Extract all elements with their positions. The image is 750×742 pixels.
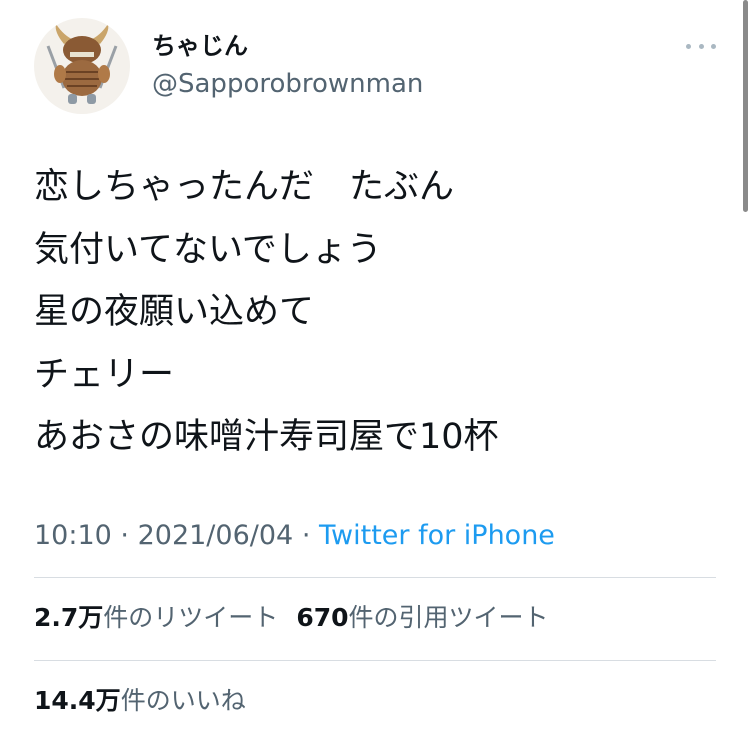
retweet-stats: 2.7万件のリツイート 670件の引用ツイート (34, 598, 549, 638)
tweet-time[interactable]: 10:10 (34, 520, 112, 551)
tweet-source-link[interactable]: Twitter for iPhone (319, 520, 555, 551)
tweet-line: 気付いてないでしょう (34, 229, 382, 270)
scrollbar[interactable] (743, 0, 748, 212)
tweet-line: 星の夜願い込めて (34, 292, 315, 332)
quotes-count: 670 (296, 603, 349, 632)
avatar[interactable] (34, 18, 130, 114)
tweet-date[interactable]: 2021/06/04 (138, 520, 294, 551)
more-dot (686, 43, 691, 49)
retweets-stat[interactable]: 2.7万件のリツイート (34, 603, 278, 632)
likes-count: 14.4万 (34, 686, 121, 715)
meta-separator: · (120, 520, 129, 551)
meta-separator: · (301, 520, 311, 551)
tweet-text: 恋しちゃったんだ たぶん 気付いてないでしょう 星の夜願い込めて チェリー あお… (34, 156, 499, 469)
likes-stats: 14.4万件のいいね (34, 681, 246, 721)
divider (34, 577, 716, 578)
quotes-label: 件の引用ツイート (348, 603, 549, 632)
quotes-stat[interactable]: 670件の引用ツイート (296, 603, 548, 632)
divider (34, 660, 716, 661)
more-options-icon[interactable] (686, 40, 716, 52)
armored-monster-avatar (46, 24, 118, 104)
retweets-label: 件のリツイート (103, 603, 279, 632)
user-handle[interactable]: @Sapporobrownman (152, 68, 423, 100)
tweet-line: 恋しちゃったんだ たぶん (34, 167, 455, 207)
likes-label: 件のいいね (120, 686, 246, 715)
tweet-line: あおさの味噌汁寿司屋で10杯 (34, 417, 499, 457)
retweets-count: 2.7万 (34, 603, 104, 632)
more-dot (698, 43, 704, 49)
more-dot (711, 43, 716, 49)
tweet-meta: 10:10 · 2021/06/04 · Twitter for iPhone (34, 516, 555, 556)
likes-stat[interactable]: 14.4万件のいいね (34, 686, 246, 715)
display-name[interactable]: ちゃじん (152, 30, 248, 62)
tweet-line: チェリー (34, 354, 175, 395)
